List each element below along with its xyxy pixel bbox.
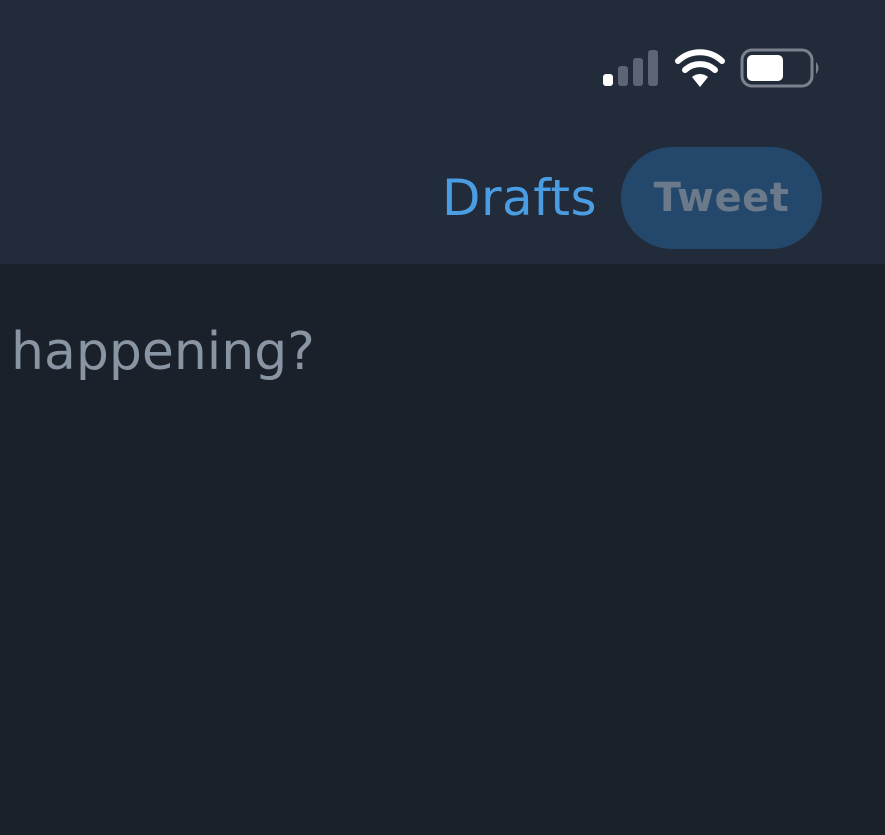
tweet-button-label: Tweet [653,175,790,221]
compose-header: Drafts Tweet [0,0,885,264]
cellular-signal-icon [603,50,658,86]
wifi-icon [675,49,725,87]
drafts-button[interactable]: Drafts [442,168,597,228]
compose-tweet-screen: Drafts Tweet happening? [0,0,885,835]
battery-icon [740,48,819,88]
compose-placeholder: happening? [11,322,315,382]
tweet-button[interactable]: Tweet [621,147,822,249]
